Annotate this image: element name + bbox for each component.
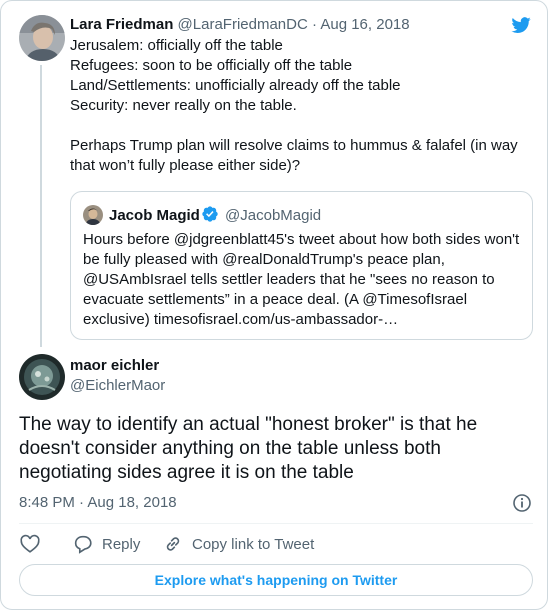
like-button[interactable] [19,533,41,555]
explore-button[interactable]: Explore what's happening on Twitter [19,564,533,596]
heart-icon [20,534,40,553]
author-handle[interactable]: @EichlerMaor [70,376,165,396]
reply-button[interactable]: Reply [72,533,140,555]
tweet-embed-card: Lara Friedman @LaraFriedmanDC · Aug 16, … [0,0,548,610]
tweet-line: Land/Settlements: unofficially already o… [70,77,401,94]
tweet-line: Refugees: soon to be officially off the … [70,57,353,74]
parent-tweet[interactable]: Lara Friedman @LaraFriedmanDC · Aug 16, … [70,15,530,176]
tweet-timestamp[interactable]: 8:48 PM · Aug 18, 2018 [19,493,177,513]
quoted-tweet[interactable]: Jacob Magid @JacobMagid Hours before @jd… [70,191,533,340]
divider [19,523,533,524]
info-icon[interactable] [512,493,532,513]
reply-label: Reply [102,535,141,553]
thread-connector-line [40,65,42,347]
author-name[interactable]: Lara Friedman [70,16,173,33]
reply-icon [74,535,92,554]
avatar-jacob-magid [83,205,103,225]
tweet-paragraph: Perhaps Trump plan will resolve claims t… [70,137,518,174]
link-icon [166,537,180,551]
parent-tweet-header: Lara Friedman @LaraFriedmanDC · Aug 16, … [70,15,530,35]
quoted-tweet-text: Hours before @jdgreenblatt45's tweet abo… [83,231,520,328]
tweet-time: 8:48 PM [19,494,75,511]
quoted-tweet-header: Jacob Magid @JacobMagid [109,205,321,226]
avatar-maor-eichler[interactable] [19,354,65,400]
parent-tweet-text: Jerusalem: officially off the table Refu… [70,36,530,176]
tweet-line: Security: never really on the table. [70,97,297,114]
tweet-date: Aug 18, 2018 [87,494,177,511]
author-handle: @JacobMagid [225,207,322,224]
main-tweet-header: maor eichler @EichlerMaor [70,356,165,396]
author-name: Jacob Magid [109,207,200,224]
tweet-date[interactable]: Aug 16, 2018 [320,16,409,33]
avatar-lara-friedman[interactable] [19,15,65,61]
author-name[interactable]: maor eichler [70,356,165,376]
author-handle[interactable]: @LaraFriedmanDC [178,16,308,33]
main-tweet-text: The way to identify an actual "honest br… [19,414,478,483]
tweet-line: Jerusalem: officially off the table [70,37,283,54]
copy-link-button[interactable]: Copy link to Tweet [162,533,314,555]
copy-link-label: Copy link to Tweet [192,535,315,553]
separator-dot: · [79,494,85,511]
verified-badge-icon [202,206,218,222]
separator-dot: · [312,16,317,33]
